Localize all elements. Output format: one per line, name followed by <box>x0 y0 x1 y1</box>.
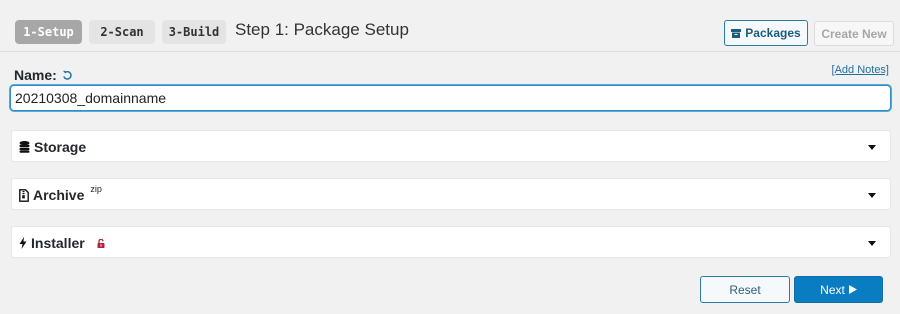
storage-panel-title: Storage <box>34 139 87 155</box>
next-button-label: Next <box>820 282 845 297</box>
create-new-button[interactable]: Create New <box>814 21 894 46</box>
installer-panel[interactable]: Installer <box>11 226 891 258</box>
name-label: Name: <box>14 67 57 83</box>
next-button[interactable]: Next <box>794 276 883 303</box>
step-2-scan-button[interactable]: 2-Scan <box>89 20 155 44</box>
storage-panel[interactable]: Storage <box>11 130 891 162</box>
archive-panel-header: Archive zip <box>19 184 102 203</box>
package-name-input[interactable] <box>10 85 891 111</box>
packages-button-label: Packages <box>745 26 801 40</box>
chevron-down-icon[interactable] <box>868 241 876 246</box>
reset-button[interactable]: Reset <box>700 276 790 303</box>
database-icon <box>19 141 30 153</box>
archive-box-icon <box>731 28 742 38</box>
storage-panel-header: Storage <box>19 139 86 155</box>
name-label-row: Name: <box>14 67 73 83</box>
packages-button[interactable]: Packages <box>724 20 808 46</box>
archive-panel-title: Archive <box>33 187 85 203</box>
chevron-down-icon[interactable] <box>868 193 876 198</box>
reset-name-icon[interactable] <box>62 70 73 81</box>
bolt-icon <box>19 237 27 249</box>
add-notes-link[interactable]: [Add Notes] <box>832 64 889 76</box>
play-arrow-icon <box>848 285 857 294</box>
archive-format-label: zip <box>90 184 102 194</box>
wizard-header: 1-Setup 2-Scan 3-Build Step 1: Package S… <box>0 0 900 52</box>
step-1-setup-button[interactable]: 1-Setup <box>15 20 82 44</box>
archive-panel[interactable]: Archive zip <box>11 178 891 210</box>
file-archive-icon <box>19 188 29 202</box>
installer-panel-header: Installer <box>19 235 105 251</box>
chevron-down-icon[interactable] <box>868 145 876 150</box>
installer-panel-title: Installer <box>31 235 85 251</box>
page-title: Step 1: Package Setup <box>235 20 409 39</box>
unlock-icon <box>97 238 105 248</box>
step-3-build-button[interactable]: 3-Build <box>162 20 226 44</box>
